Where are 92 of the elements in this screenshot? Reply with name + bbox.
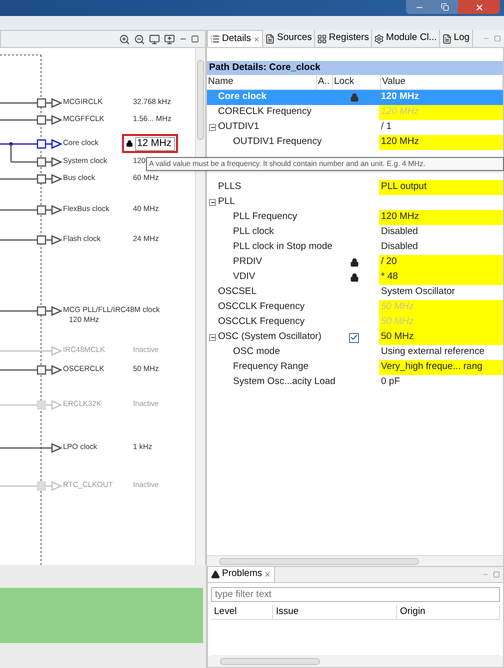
collapse-icon[interactable] — [209, 124, 216, 131]
row-name: OUTDIV1 Frequency — [233, 135, 322, 150]
maximize-icon[interactable] — [493, 571, 500, 578]
row-value: Using external reference — [381, 345, 484, 360]
collapse-icon[interactable] — [209, 334, 216, 341]
restore-icon — [441, 3, 449, 11]
path-title: Path Details: Core_clock — [207, 61, 503, 75]
restore-button[interactable] — [432, 0, 458, 14]
row-name: OSCCLK Frequency — [218, 300, 305, 314]
row-name: OSC (System Oscillator) — [218, 330, 322, 344]
column-header[interactable]: Origin — [397, 605, 500, 619]
column-header[interactable]: Name — [207, 75, 317, 89]
view-tab[interactable]: Module Cl... — [372, 30, 440, 47]
row-value: 50 MHz — [381, 300, 414, 314]
row-name: Frequency Range — [233, 360, 309, 374]
view-tab[interactable]: Details — [207, 30, 264, 47]
collapse-icon[interactable] — [209, 199, 216, 206]
tree-row[interactable]: OUTDIV1 Frequency 120 MHz — [207, 135, 503, 150]
tree-row[interactable]: PLL clock Disabled — [207, 225, 503, 240]
row-name: System Osc...acity Load — [233, 375, 336, 390]
row-value: Very_high freque... rang — [381, 360, 482, 374]
tree-row[interactable]: PLL Frequency 120 MHz — [207, 210, 503, 225]
list-icon — [210, 34, 220, 44]
row-value: * 48 — [381, 270, 398, 284]
tree-row[interactable]: OSCCLK Frequency 50 MHz — [207, 315, 503, 330]
row-name: PRDIV — [233, 255, 262, 270]
row-name: OSCSEL — [218, 285, 257, 300]
grid-icon — [316, 34, 327, 44]
tree-row[interactable]: OSCSEL System Oscillator — [207, 285, 503, 300]
view-tab[interactable]: Registers — [314, 30, 372, 47]
problems-tab[interactable]: Problems — [208, 567, 276, 582]
tree-row[interactable]: OSCCLK Frequency 50 MHz — [207, 300, 503, 315]
monitor-icon[interactable] — [164, 34, 175, 44]
gear-icon — [374, 34, 384, 44]
row-name: OSCCLK Frequency — [218, 315, 305, 330]
row-value: PLL output — [381, 180, 427, 194]
zoom-out-icon[interactable] — [134, 34, 145, 44]
row-name: Core clock — [218, 90, 267, 104]
frequency-field[interactable]: 12 MHz — [122, 134, 178, 153]
close-button[interactable] — [458, 0, 500, 14]
row-value: / 20 — [381, 255, 397, 270]
row-value: 120 MHz — [381, 90, 420, 104]
row-value: 0 pF — [381, 375, 400, 390]
tree-row[interactable]: PLLS PLL output — [207, 180, 503, 195]
row-value: 120 MHz — [381, 135, 420, 150]
tree-row[interactable]: Frequency Range Very_high freque... rang — [207, 360, 503, 375]
monitor-icon[interactable] — [149, 34, 160, 44]
document-icon — [442, 34, 452, 44]
column-header[interactable]: Level — [211, 605, 273, 619]
column-header[interactable]: Lock — [333, 75, 381, 89]
document-icon — [265, 34, 276, 44]
tree-row[interactable]: System Osc...acity Load 0 pF — [207, 375, 503, 390]
close-icon[interactable] — [253, 36, 260, 42]
row-value: Disabled — [381, 225, 418, 240]
column-header[interactable]: Issue — [273, 605, 397, 619]
column-header[interactable]: Value — [381, 75, 503, 89]
horizontal-scrollbar[interactable] — [208, 656, 503, 667]
maximize-icon[interactable] — [494, 35, 501, 42]
row-name: OSC mode — [233, 345, 280, 360]
column-header[interactable]: A.. — [317, 75, 333, 89]
row-value: 120 MHz — [381, 105, 420, 120]
tree-row[interactable]: VDIV * 48 — [207, 270, 503, 285]
row-value: 120 MHz — [381, 210, 420, 224]
row-name: PLL clock — [233, 225, 274, 240]
zoom-in-icon[interactable] — [119, 34, 130, 44]
row-value: System Oscillator — [381, 285, 455, 300]
tree-row[interactable]: PRDIV / 20 — [207, 255, 503, 270]
row-name: PLLS — [218, 180, 242, 194]
row-name: CORECLK Frequency — [218, 105, 312, 120]
row-value: Disabled — [381, 240, 418, 254]
tree-row[interactable]: PLL — [207, 195, 503, 210]
row-name: VDIV — [233, 270, 256, 284]
close-icon — [474, 2, 484, 12]
close-icon[interactable] — [264, 571, 272, 578]
tree-row[interactable]: CORECLK Frequency 120 MHz — [207, 105, 503, 120]
row-name: PLL — [218, 195, 235, 210]
filter-field[interactable]: type filter text — [211, 587, 500, 602]
row-value: / 1 — [381, 120, 392, 134]
checkbox[interactable] — [349, 332, 359, 342]
row-name: PLL Frequency — [233, 210, 298, 224]
horizontal-scrollbar[interactable] — [207, 555, 503, 566]
maximize-icon[interactable] — [191, 35, 199, 43]
row-value: 50 MHz — [381, 330, 414, 344]
tree-row[interactable]: OUTDIV1 / 1 — [207, 120, 503, 135]
tree-row[interactable]: PLL clock in Stop mode Disabled — [207, 240, 503, 255]
warning-icon — [211, 570, 220, 579]
row-name: PLL clock in Stop mode — [233, 240, 332, 254]
row-value: 50 MHz — [381, 315, 414, 330]
view-tab[interactable]: Sources — [263, 30, 315, 47]
tree-row[interactable]: OSC (System Oscillator) 50 MHz — [207, 330, 503, 345]
row-name: OUTDIV1 — [218, 120, 260, 134]
tree-row[interactable]: OSC mode Using external reference — [207, 345, 503, 360]
